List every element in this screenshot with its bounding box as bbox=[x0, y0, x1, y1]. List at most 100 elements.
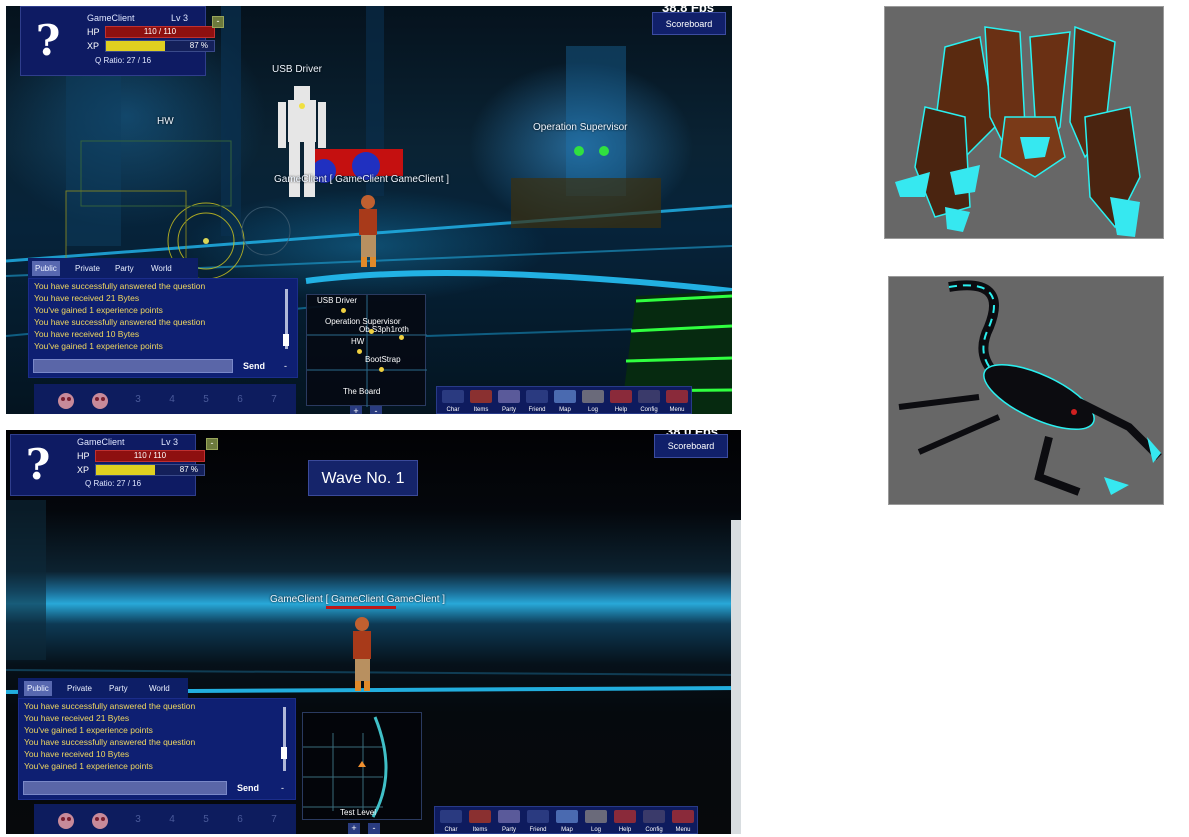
scoreboard-button[interactable]: Scoreboard bbox=[652, 12, 726, 35]
scorpion-model-render bbox=[888, 276, 1164, 505]
chat-input[interactable] bbox=[23, 781, 227, 795]
menu-items-button[interactable]: Items bbox=[466, 809, 494, 833]
minimap[interactable] bbox=[302, 712, 422, 820]
minimap-zoom-out-button[interactable]: - bbox=[368, 823, 380, 834]
hp-label: HP bbox=[77, 451, 90, 461]
hotbar-slot-5[interactable]: 5 bbox=[194, 388, 218, 412]
minimap-grid bbox=[303, 716, 388, 818]
hp-bar: 110 / 110 bbox=[105, 26, 215, 38]
send-button[interactable]: Send bbox=[243, 361, 265, 371]
menu-map-button[interactable]: Map bbox=[551, 389, 579, 413]
minimap-label-usb-driver: USB Driver bbox=[317, 296, 358, 305]
minimap[interactable]: USB Driver Operation Supervisor Ob S3ph1… bbox=[306, 294, 427, 407]
avatar-question-icon[interactable]: ? bbox=[21, 441, 55, 489]
chat-line: You've gained 1 experience points bbox=[24, 725, 153, 735]
wave-banner: Wave No. 1 bbox=[308, 460, 418, 496]
hotbar-slot-4[interactable]: 4 bbox=[160, 388, 184, 412]
chat-line: You've gained 1 experience points bbox=[34, 305, 163, 315]
skill-creature-icon[interactable] bbox=[54, 386, 78, 412]
hotbar-slot-4[interactable]: 4 bbox=[160, 808, 184, 832]
minimap-zoom-in-button[interactable]: + bbox=[348, 823, 360, 834]
hotbar-slot-6[interactable]: 6 bbox=[228, 808, 252, 832]
game-screenshot-bottom: GameClient [ GameClient GameClient ] ? G… bbox=[6, 430, 741, 834]
hp-bar: 110 / 110 bbox=[95, 450, 205, 462]
chat-window: Public Private Party World You have succ… bbox=[28, 258, 300, 378]
hotbar-slot-3[interactable]: 3 bbox=[126, 808, 150, 832]
chat-line: You have received 10 Bytes bbox=[34, 329, 140, 339]
chat-line: You have successfully answered the quest… bbox=[34, 317, 206, 327]
hotbar-slot-3[interactable]: 3 bbox=[126, 388, 150, 412]
hw-label: HW bbox=[157, 116, 174, 127]
minimap-zoom-out-button[interactable]: - bbox=[370, 406, 382, 414]
tab-public[interactable]: Public bbox=[32, 261, 60, 276]
scoreboard-button[interactable]: Scoreboard bbox=[654, 434, 728, 458]
chat-input[interactable] bbox=[33, 359, 233, 373]
avatar-question-icon[interactable]: ? bbox=[31, 17, 65, 65]
skill-creature-icon[interactable] bbox=[88, 806, 112, 832]
menu-friend-button[interactable]: Friend bbox=[524, 809, 552, 833]
hotbar-slot-7[interactable]: 7 bbox=[262, 808, 286, 832]
menu-help-button[interactable]: Help bbox=[607, 389, 635, 413]
chat-log: You have successfully answered the quest… bbox=[18, 698, 296, 800]
minimap-label-hw: HW bbox=[351, 337, 365, 346]
tab-party[interactable]: Party bbox=[112, 261, 137, 276]
tab-world[interactable]: World bbox=[148, 261, 175, 276]
menu-menu-button[interactable]: Menu bbox=[669, 809, 697, 833]
chat-tab-bar: Public Private Party World bbox=[28, 258, 198, 278]
minimap-marker bbox=[379, 367, 384, 372]
xp-label: XP bbox=[77, 465, 90, 475]
minimap-zoom-in-button[interactable]: + bbox=[350, 406, 362, 414]
skill-creature-icon[interactable] bbox=[88, 386, 112, 412]
menu-char-button[interactable]: Char bbox=[439, 389, 467, 413]
hotbar-slot-5[interactable]: 5 bbox=[194, 808, 218, 832]
xp-label: XP bbox=[87, 41, 100, 51]
minimize-panel-button[interactable]: - bbox=[206, 438, 218, 450]
chat-line: You have successfully answered the quest… bbox=[24, 701, 196, 711]
menu-map-button[interactable]: Map bbox=[553, 809, 581, 833]
send-button[interactable]: Send bbox=[237, 783, 259, 793]
menu-help-button[interactable]: Help bbox=[611, 809, 639, 833]
menu-party-button[interactable]: Party bbox=[495, 389, 523, 413]
player-name: GameClient bbox=[87, 13, 135, 23]
menu-config-button[interactable]: Config bbox=[635, 389, 663, 413]
minimize-panel-button[interactable]: - bbox=[212, 16, 224, 28]
chat-log: You have successfully answered the quest… bbox=[28, 278, 298, 378]
hotbar: 3 4 5 6 7 bbox=[34, 384, 296, 414]
send-dropdown[interactable]: - bbox=[284, 361, 287, 371]
chat-scrollbar[interactable] bbox=[283, 707, 286, 771]
menu-config-button[interactable]: Config bbox=[640, 809, 668, 833]
chat-line: You have successfully answered the quest… bbox=[34, 281, 206, 291]
menu-friend-button[interactable]: Friend bbox=[523, 389, 551, 413]
skill-creature-icon[interactable] bbox=[54, 806, 78, 832]
send-dropdown[interactable]: - bbox=[281, 783, 284, 793]
menu-log-button[interactable]: Log bbox=[579, 389, 607, 413]
tab-world[interactable]: World bbox=[146, 681, 173, 696]
menu-party-button[interactable]: Party bbox=[495, 809, 523, 833]
tab-party[interactable]: Party bbox=[106, 681, 131, 696]
tab-public[interactable]: Public bbox=[24, 681, 52, 696]
chat-line: You've gained 1 experience points bbox=[24, 761, 153, 771]
player-name-tag: GameClient [ GameClient GameClient ] bbox=[270, 594, 446, 605]
hotbar-slot-7[interactable]: 7 bbox=[262, 388, 286, 412]
hotbar-slot-6[interactable]: 6 bbox=[228, 388, 252, 412]
scorpion-model bbox=[898, 280, 1162, 496]
menu-items-button[interactable]: Items bbox=[467, 389, 495, 413]
chat-line: You have received 21 Bytes bbox=[24, 713, 130, 723]
minimap-marker bbox=[357, 349, 362, 354]
menu-char-button[interactable]: Char bbox=[437, 809, 465, 833]
chat-scroll-thumb[interactable] bbox=[281, 747, 287, 759]
minimap-marker bbox=[341, 308, 346, 313]
hotbar: 3 4 5 6 7 bbox=[34, 804, 296, 834]
main-menu-bar: Char Items Party Friend Map Log Help Con… bbox=[434, 806, 698, 834]
player-stat-panel: ? GameClient Lv 3 HP 110 / 110 XP 87 % Q… bbox=[10, 434, 205, 496]
chat-line: You have received 10 Bytes bbox=[24, 749, 130, 759]
player-level: Lv 3 bbox=[171, 13, 189, 23]
tab-private[interactable]: Private bbox=[72, 261, 103, 276]
chat-line: You've gained 1 experience points bbox=[34, 341, 163, 351]
player-name: GameClient bbox=[77, 437, 125, 447]
tab-private[interactable]: Private bbox=[64, 681, 95, 696]
q-ratio: Q Ratio: 27 / 16 bbox=[95, 56, 152, 65]
menu-menu-button[interactable]: Menu bbox=[663, 389, 691, 413]
menu-log-button[interactable]: Log bbox=[582, 809, 610, 833]
chat-scroll-thumb[interactable] bbox=[283, 334, 289, 346]
